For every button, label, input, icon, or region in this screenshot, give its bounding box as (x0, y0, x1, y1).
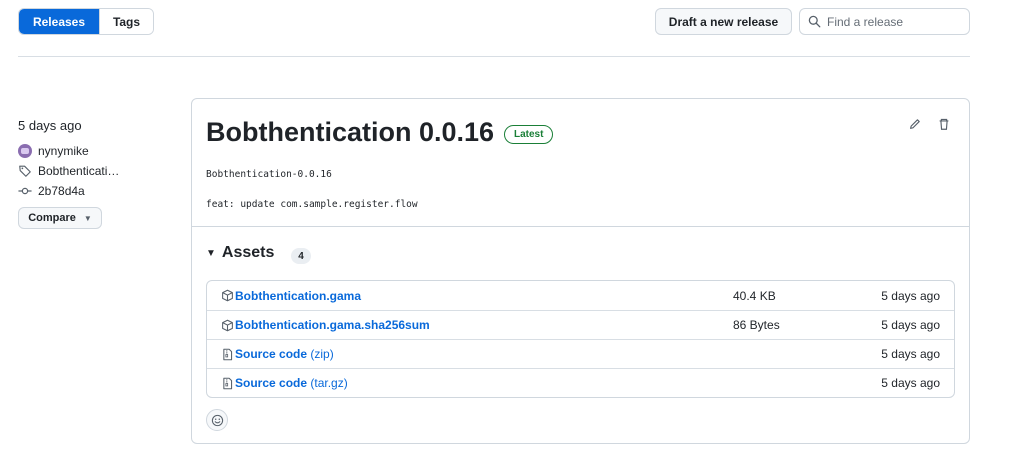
chevron-down-icon: ▼ (83, 213, 92, 223)
commit-sha[interactable]: 2b78d4a (38, 184, 85, 198)
compare-label: Compare (28, 212, 76, 224)
add-reaction-button[interactable] (206, 409, 228, 431)
assets-heading: Assets (221, 244, 275, 261)
asset-size: 40.4 KB (733, 288, 776, 303)
find-release-search[interactable] (799, 8, 970, 35)
tag-row[interactable]: Bobthenticati… (18, 161, 178, 181)
list-item[interactable]: Source code (tar.gz) 5 days ago (207, 368, 954, 397)
author-row[interactable]: nynymike (18, 141, 178, 161)
search-icon (808, 15, 821, 28)
release-card: Bobthentication 0.0.16 Latest Bobthentic… (191, 98, 970, 444)
assets-count-badge: 4 (291, 248, 311, 264)
package-icon (222, 289, 233, 302)
list-item[interactable]: Bobthentication.gama.sha256sum 86 Bytes … (207, 310, 954, 339)
release-date: 5 days ago (18, 118, 82, 133)
card-divider (192, 226, 969, 227)
trash-icon[interactable] (937, 117, 951, 131)
list-item[interactable]: Bobthentication.gama 40.4 KB 5 days ago (207, 281, 954, 310)
author-name[interactable]: nynymike (38, 144, 89, 158)
assets-toggle[interactable]: ▼ Assets (206, 244, 274, 262)
commit-icon (18, 187, 32, 195)
release-notes-line: feat: update com.sample.register.flow (206, 199, 418, 210)
commit-row[interactable]: 2b78d4a (18, 181, 178, 201)
release-notes-line: Bobthentication-0.0.16 (206, 169, 332, 180)
file-zip-icon (223, 377, 233, 390)
draft-new-release-button[interactable]: Draft a new release (655, 8, 792, 35)
tab-releases[interactable]: Releases (19, 9, 99, 34)
package-icon (222, 319, 233, 332)
assets-list: Bobthentication.gama 40.4 KB 5 days ago … (206, 280, 955, 398)
compare-button[interactable]: Compare ▼ (18, 207, 102, 229)
asset-link[interactable]: Source code (zip) (235, 347, 334, 361)
tag-icon (19, 165, 31, 177)
release-sidebar: 5 days ago nynymike Bobthenticati… 2b78d… (18, 118, 178, 229)
asset-date: 5 days ago (881, 288, 940, 303)
pencil-icon[interactable] (908, 117, 922, 131)
release-title[interactable]: Bobthentication 0.0.16 (206, 117, 494, 148)
tab-tags[interactable]: Tags (99, 9, 153, 34)
file-zip-icon (223, 348, 233, 361)
search-input[interactable] (827, 14, 967, 29)
asset-link[interactable]: Source code (tar.gz) (235, 376, 348, 390)
triangle-down-icon: ▼ (206, 247, 216, 259)
asset-link[interactable]: Bobthentication.gama.sha256sum (235, 318, 430, 332)
latest-badge: Latest (504, 125, 554, 144)
asset-date: 5 days ago (881, 347, 940, 361)
releases-tags-nav: Releases Tags (18, 8, 154, 35)
header-divider (18, 56, 970, 57)
tag-name[interactable]: Bobthenticati… (38, 164, 119, 178)
asset-date: 5 days ago (881, 376, 940, 390)
asset-size: 86 Bytes (733, 318, 780, 332)
avatar (18, 144, 32, 158)
list-item[interactable]: Source code (zip) 5 days ago (207, 339, 954, 368)
asset-date: 5 days ago (881, 318, 940, 332)
asset-link[interactable]: Bobthentication.gama (235, 289, 361, 303)
smiley-icon (211, 414, 223, 426)
